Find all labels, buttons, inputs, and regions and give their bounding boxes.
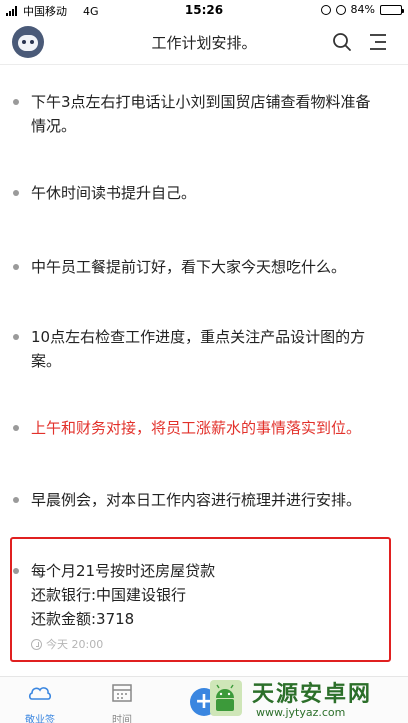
- tab-label: 时间: [112, 715, 132, 723]
- watermark: 天源安卓网 www.jytyaz.com: [200, 670, 408, 723]
- bullet-icon: [13, 264, 19, 270]
- bullet-icon: [13, 99, 19, 105]
- item-line-1: 每个月21号按时还房屋贷款: [31, 562, 216, 580]
- android-logo-icon: [210, 680, 242, 716]
- header-divider: [0, 64, 408, 65]
- bullet-icon: [13, 334, 19, 340]
- tab-label: 敬业签: [25, 715, 55, 723]
- clock-icon: [31, 638, 42, 650]
- item-line-3: 还款金额:3718: [31, 610, 135, 628]
- item-text: 午休时间读书提升自己。: [31, 184, 197, 202]
- bullet-icon: [13, 425, 19, 431]
- battery-percent: 84%: [350, 3, 375, 16]
- tab-time[interactable]: 时间: [92, 682, 152, 723]
- item-text: 早晨例会，对本日工作内容进行梳理并进行安排。: [31, 491, 362, 509]
- tab-jingyeqian[interactable]: 敬业签: [10, 682, 70, 723]
- item-line-2: 还款银行:中国建设银行: [31, 586, 187, 604]
- menu-icon[interactable]: [368, 33, 388, 51]
- item-text: 下午3点左右打电话让小刘到国贸店铺查看物料准备情况。: [31, 93, 371, 135]
- status-right: 84%: [320, 3, 404, 16]
- rotation-lock-icon: [320, 4, 331, 15]
- bullet-icon: [13, 497, 19, 503]
- reminder-label: 今天 20:00: [46, 638, 104, 651]
- status-bar: 中国移动 4G 15:26 84%: [0, 0, 408, 20]
- bullet-icon: [13, 568, 19, 574]
- watermark-name: 天源安卓网: [252, 682, 373, 707]
- calendar-icon: [112, 684, 132, 702]
- bullet-icon: [13, 190, 19, 196]
- item-text: 中午员工餐提前订好，看下大家今天想吃什么。: [31, 258, 347, 276]
- cloud-icon: [28, 687, 52, 700]
- reminder-time: 今天 20:00: [31, 636, 103, 652]
- item-text-red: 上午和财务对接，将员工涨薪水的事情落实到位。: [31, 419, 362, 437]
- app-header: 工作计划安排。: [0, 20, 408, 64]
- watermark-url: www.jytyaz.com: [256, 706, 346, 719]
- search-icon[interactable]: [332, 32, 352, 52]
- alarm-icon: [335, 4, 346, 15]
- battery-icon: [380, 4, 404, 15]
- item-text: 10点左右检查工作进度，重点关注产品设计图的方案。: [31, 328, 366, 370]
